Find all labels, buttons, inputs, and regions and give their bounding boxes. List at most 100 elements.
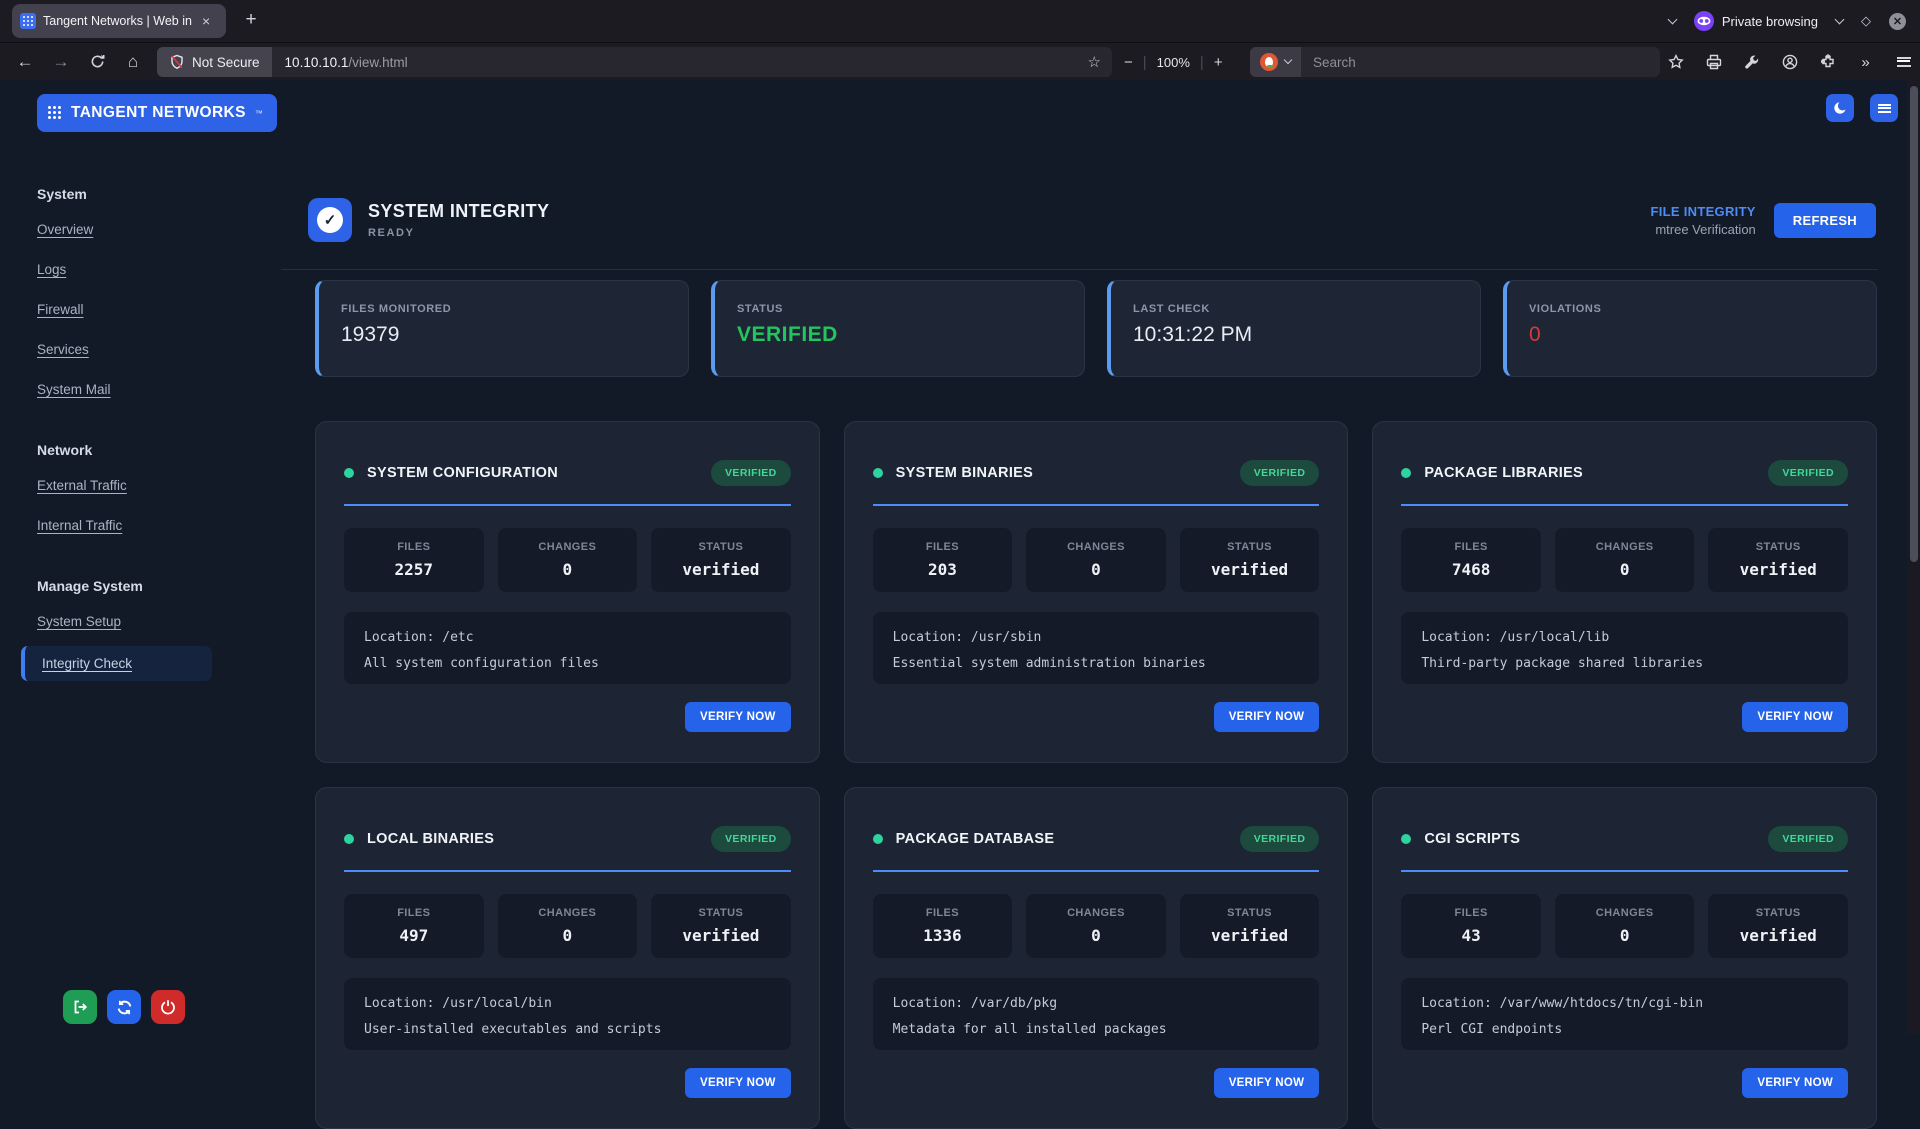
sidebar-item-internal-traffic[interactable]: Internal Traffic bbox=[37, 518, 122, 534]
bookmark-star-icon[interactable]: ☆ bbox=[1088, 53, 1101, 71]
changes-stat: CHANGES 0 bbox=[1026, 528, 1166, 592]
integrity-card: PACKAGE LIBRARIES VERIFIED FILES 7468 CH… bbox=[1372, 421, 1877, 763]
verified-badge: VERIFIED bbox=[1240, 826, 1320, 852]
url-text[interactable]: 10.10.10.1/view.html bbox=[285, 55, 408, 70]
save-page-star-icon[interactable] bbox=[1667, 54, 1684, 70]
files-stat: FILES 497 bbox=[344, 894, 484, 958]
search-bar[interactable]: Search bbox=[1250, 47, 1660, 77]
meta-subtitle: mtree Verification bbox=[1650, 222, 1755, 237]
location-path: Location: /usr/sbin bbox=[893, 625, 1300, 651]
stat-label: STATUS bbox=[737, 303, 1062, 315]
card-divider bbox=[1401, 870, 1848, 872]
location-path: Location: /usr/local/bin bbox=[364, 991, 771, 1017]
overflow-chevrons-icon[interactable]: » bbox=[1857, 54, 1874, 71]
url-bar[interactable]: Not Secure 10.10.10.1/view.html ☆ bbox=[157, 47, 1112, 77]
home-button[interactable]: ⌂ bbox=[122, 52, 144, 72]
stat-value: 19379 bbox=[341, 323, 666, 347]
sidebar-item-firewall[interactable]: Firewall bbox=[37, 302, 84, 318]
new-tab-button[interactable]: + bbox=[238, 9, 264, 31]
back-button[interactable]: ← bbox=[14, 52, 36, 72]
search-engine-chip[interactable] bbox=[1250, 47, 1301, 77]
card-title: SYSTEM BINARIES bbox=[896, 465, 1033, 481]
status-stat: STATUS verified bbox=[651, 894, 791, 958]
integrity-card: LOCAL BINARIES VERIFIED FILES 497 CHANGE… bbox=[315, 787, 820, 1129]
status-stat: STATUS verified bbox=[651, 528, 791, 592]
browser-tab[interactable]: Tangent Networks | Web in × bbox=[12, 4, 226, 38]
stat-label: VIOLATIONS bbox=[1529, 303, 1854, 315]
integrity-card: SYSTEM CONFIGURATION VERIFIED FILES 2257… bbox=[315, 421, 820, 763]
stat-label: LAST CHECK bbox=[1133, 303, 1458, 315]
status-dot-icon bbox=[873, 468, 883, 478]
verify-now-button[interactable]: VERIFY NOW bbox=[1214, 1068, 1320, 1098]
window-maximize-icon[interactable]: ◇ bbox=[1861, 13, 1871, 29]
brand-logo[interactable]: TANGENT NETWORKS ™ bbox=[37, 94, 277, 132]
extensions-puzzle-icon[interactable] bbox=[1819, 54, 1836, 70]
power-icon bbox=[160, 999, 176, 1015]
logout-button[interactable] bbox=[63, 990, 97, 1024]
card-divider bbox=[873, 504, 1320, 506]
tab-favicon-icon bbox=[20, 13, 36, 29]
verified-badge: VERIFIED bbox=[1768, 826, 1848, 852]
status-stat: STATUS verified bbox=[1708, 528, 1848, 592]
sync-button[interactable] bbox=[107, 990, 141, 1024]
verified-badge: VERIFIED bbox=[1240, 460, 1320, 486]
files-stat: FILES 2257 bbox=[344, 528, 484, 592]
window-close-button[interactable]: ✕ bbox=[1889, 13, 1906, 30]
sidebar-item-external-traffic[interactable]: External Traffic bbox=[37, 478, 127, 494]
status-dot-icon bbox=[344, 834, 354, 844]
verify-now-button[interactable]: VERIFY NOW bbox=[685, 1068, 791, 1098]
refresh-button[interactable]: REFRESH bbox=[1774, 203, 1876, 238]
verify-now-button[interactable]: VERIFY NOW bbox=[1742, 702, 1848, 732]
card-divider bbox=[1401, 504, 1848, 506]
moon-icon bbox=[1833, 101, 1847, 115]
card-title: PACKAGE DATABASE bbox=[896, 831, 1055, 847]
status-stat: STATUS verified bbox=[1180, 528, 1320, 592]
power-button[interactable] bbox=[151, 990, 185, 1024]
zoom-level[interactable]: 100% bbox=[1157, 55, 1190, 70]
menu-toggle-button[interactable] bbox=[1870, 94, 1898, 122]
stat-card-last-check: LAST CHECK 10:31:22 PM bbox=[1107, 280, 1481, 377]
sidebar-item-services[interactable]: Services bbox=[37, 342, 89, 358]
changes-stat: CHANGES 0 bbox=[1555, 894, 1695, 958]
location-box: Location: /var/db/pkg Metadata for all i… bbox=[873, 978, 1320, 1050]
status-dot-icon bbox=[873, 834, 883, 844]
print-icon[interactable] bbox=[1705, 54, 1722, 70]
reload-button[interactable] bbox=[86, 54, 108, 69]
dark-mode-toggle[interactable] bbox=[1826, 94, 1854, 122]
sidebar-item-logs[interactable]: Logs bbox=[37, 262, 66, 278]
account-icon[interactable] bbox=[1781, 54, 1798, 70]
changes-stat: CHANGES 0 bbox=[498, 528, 638, 592]
zoom-out-button[interactable]: − bbox=[1124, 54, 1133, 71]
forward-button[interactable]: → bbox=[50, 52, 72, 72]
sidebar-item-integrity-check[interactable]: Integrity Check bbox=[21, 646, 212, 681]
menu-icon[interactable] bbox=[1895, 54, 1912, 71]
integrity-card: CGI SCRIPTS VERIFIED FILES 43 CHANGES 0 … bbox=[1372, 787, 1877, 1129]
verify-now-button[interactable]: VERIFY NOW bbox=[1214, 702, 1320, 732]
verify-now-button[interactable]: VERIFY NOW bbox=[685, 702, 791, 732]
scrollbar[interactable] bbox=[1907, 80, 1920, 1034]
sidebar-item-system-setup[interactable]: System Setup bbox=[37, 614, 121, 630]
changes-stat: CHANGES 0 bbox=[1026, 894, 1166, 958]
scrollbar-thumb[interactable] bbox=[1910, 86, 1918, 562]
zoom-in-button[interactable]: + bbox=[1214, 54, 1223, 71]
verified-badge: VERIFIED bbox=[711, 826, 791, 852]
stat-value: VERIFIED bbox=[737, 323, 1062, 347]
browser-chrome: Tangent Networks | Web in × + Private br… bbox=[0, 0, 1920, 80]
sidebar-item-overview[interactable]: Overview bbox=[37, 222, 93, 238]
window-shade-chevron-icon[interactable] bbox=[1835, 14, 1845, 24]
location-description: Perl CGI endpoints bbox=[1421, 1017, 1828, 1043]
location-path: Location: /var/db/pkg bbox=[893, 991, 1300, 1017]
tab-close-icon[interactable]: × bbox=[202, 14, 210, 28]
list-tabs-chevron-icon[interactable] bbox=[1667, 14, 1677, 24]
stat-value: 10:31:22 PM bbox=[1133, 323, 1458, 347]
stat-value: 0 bbox=[1529, 323, 1854, 347]
shield-slash-icon bbox=[169, 54, 185, 70]
security-chip[interactable]: Not Secure bbox=[157, 47, 272, 77]
tools-wrench-icon[interactable] bbox=[1743, 54, 1760, 70]
verify-now-button[interactable]: VERIFY NOW bbox=[1742, 1068, 1848, 1098]
sidebar-section-network: Network bbox=[37, 442, 281, 458]
sidebar-item-system-mail[interactable]: System Mail bbox=[37, 382, 111, 398]
location-description: User-installed executables and scripts bbox=[364, 1017, 771, 1043]
location-path: Location: /var/www/htdocs/tn/cgi-bin bbox=[1421, 991, 1828, 1017]
location-box: Location: /var/www/htdocs/tn/cgi-bin Per… bbox=[1401, 978, 1848, 1050]
